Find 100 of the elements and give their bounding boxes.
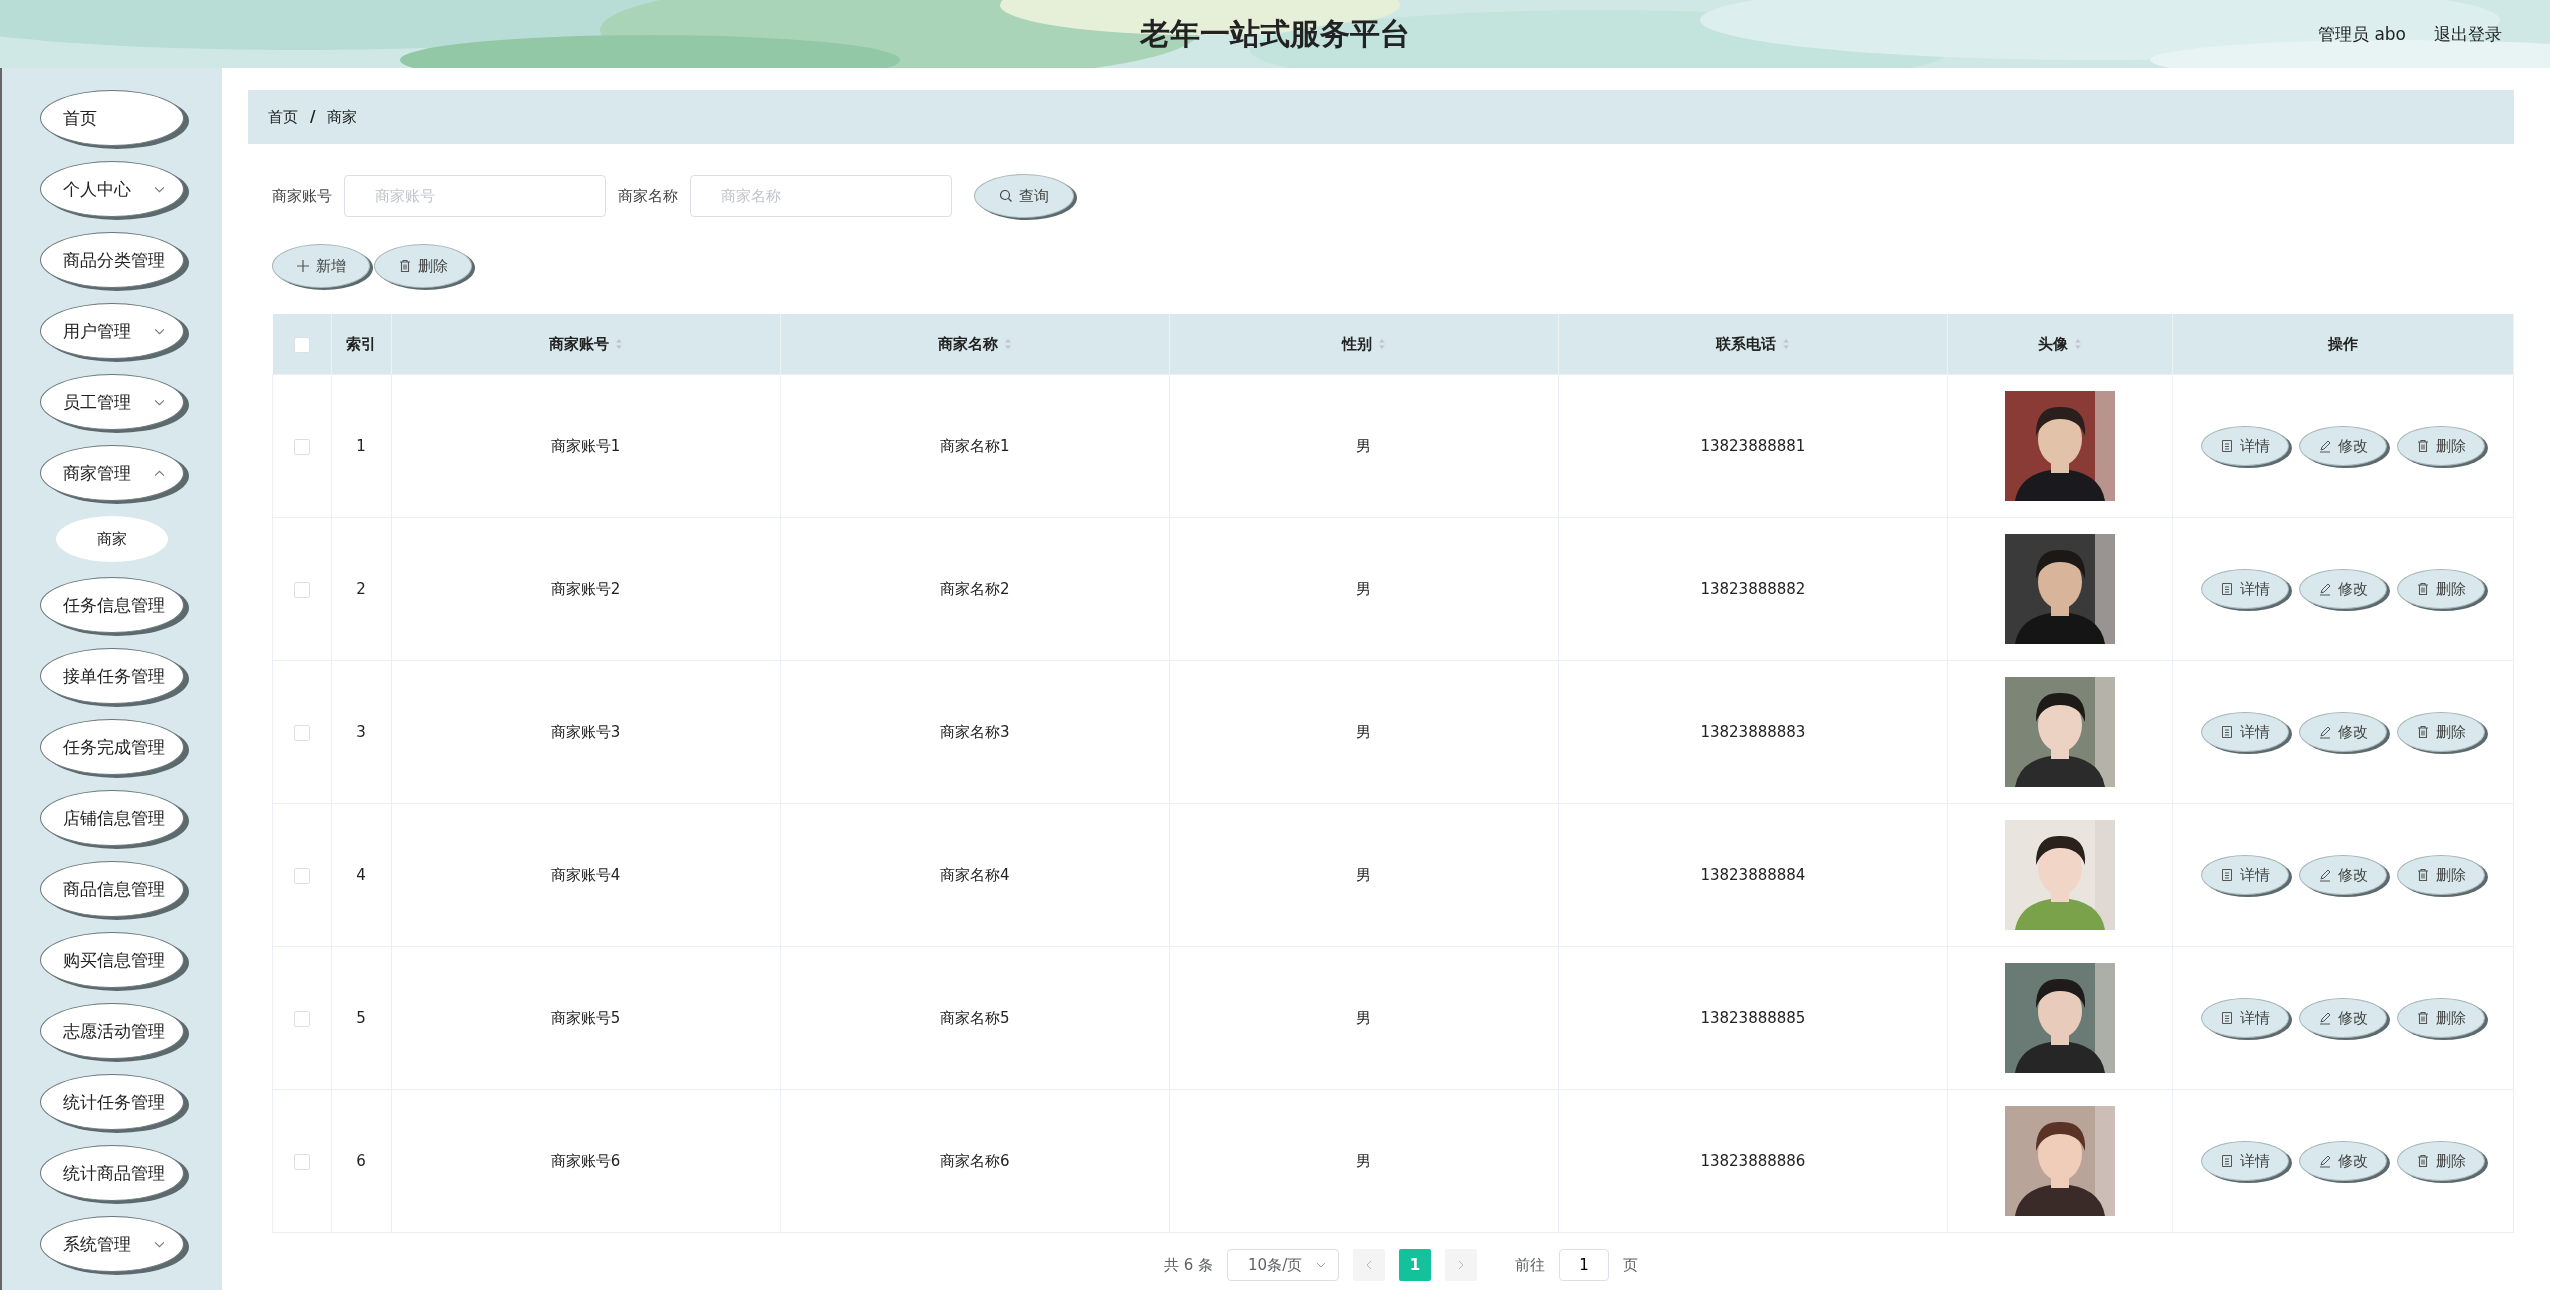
checkbox[interactable] [293,1010,310,1027]
checkbox[interactable] [293,581,310,598]
sort-icon [1781,338,1790,350]
input-field[interactable]: 商家账号 [344,175,606,217]
row-action-button[interactable]: 详情 [2201,855,2289,895]
row-action-button[interactable]: 删除 [2397,855,2485,895]
table-cell: 男 [1356,436,1372,455]
document-icon [2220,1154,2234,1168]
trash-icon [2416,582,2430,596]
trash-icon [2416,439,2430,453]
next-page-button[interactable] [1445,1249,1478,1281]
chevron-right-icon [1458,1260,1465,1270]
document-icon [2220,582,2234,596]
pencil-icon [2318,868,2332,882]
pencil-icon [2318,1011,2332,1025]
checkbox[interactable] [293,438,310,455]
row-action-button[interactable]: 修改 [2299,855,2387,895]
user-name: 管理员 abo [2318,22,2406,46]
column-header: 索引 [331,314,391,375]
goto-label: 前往 [1515,1255,1546,1275]
row-action-button[interactable]: 修改 [2299,426,2387,466]
row-action-button[interactable]: 修改 [2299,1141,2387,1181]
previous-page-button[interactable] [1353,1249,1386,1281]
trash-icon [2416,725,2430,739]
table-cell: 商家账号2 [550,579,621,598]
pencil-icon [2318,725,2332,739]
search-button[interactable]: 查询 [974,174,1074,218]
document-icon [2220,1011,2234,1025]
checkbox[interactable] [293,724,310,741]
chevron-icon [154,1240,165,1248]
row-action-button[interactable]: 详情 [2201,426,2289,466]
table-cell: 商家账号5 [550,1008,621,1027]
table-cell: 13823888883 [1700,723,1806,741]
row-action-button[interactable]: 详情 [2201,998,2289,1038]
row-action-button[interactable]: 删除 [2397,426,2485,466]
breadcrumb-link[interactable]: 商家 [327,107,358,127]
row-action-button[interactable]: 修改 [2299,712,2387,752]
row-action-button[interactable]: 删除 [2397,1141,2485,1181]
table-cell: 商家账号4 [550,865,621,884]
submenu-item[interactable]: 商家 [56,516,168,562]
trash-icon [2416,868,2430,882]
sort-icon [2074,338,2082,350]
table-cell: 男 [1356,1151,1372,1170]
page-suffix: 页 [1623,1255,1639,1275]
chevron-icon [1316,1262,1327,1268]
trash-icon [398,259,412,273]
chevron-icon [154,398,165,406]
checkbox[interactable] [293,1153,310,1170]
table-cell: 13823888882 [1700,580,1806,598]
row-action-button[interactable]: 详情 [2201,712,2289,752]
row-action-button[interactable]: 修改 [2299,569,2387,609]
table-cell: 商家名称6 [939,1151,1010,1170]
input-field[interactable]: 商家名称 [690,175,952,217]
sort-icon [1003,338,1012,350]
page-size-select[interactable]: 10条/页 [1227,1249,1340,1281]
column-header: 操作 [2172,314,2514,375]
chevron-icon [154,469,165,477]
plus-icon [296,259,310,273]
chevron-icon [154,185,165,193]
sort-icon [614,338,623,350]
breadcrumb-separator: / [310,108,316,126]
table-cell: 男 [1356,865,1372,884]
row-action-button[interactable]: 详情 [2201,569,2289,609]
sort-icon [1377,338,1386,350]
row-action-button[interactable]: 删除 [2397,712,2485,752]
document-icon [2220,725,2234,739]
app-title: 老年一站式服务平台 [1140,14,1410,53]
search-icon [999,189,1013,203]
field-label: 商家名称 [618,186,678,206]
table-cell: 1 [356,437,366,455]
breadcrumb-link[interactable]: 首页 [268,107,298,127]
total-count: 共 6 条 [1163,1255,1214,1275]
table-cell: 2 [356,580,366,598]
column-header: 商家账号 [391,314,781,375]
table-cell: 6 [356,1152,366,1170]
row-action-button[interactable]: 删除 [2397,569,2485,609]
logout-link[interactable]: 退出登录 [2434,22,2502,46]
table-cell: 商家名称4 [939,865,1010,884]
table-cell: 男 [1356,579,1372,598]
row-action-button[interactable]: 删除 [2397,998,2485,1038]
trash-icon [2416,1011,2430,1025]
row-action-button[interactable]: 详情 [2201,1141,2289,1181]
toolbar-button[interactable]: 新增 [272,244,370,288]
pencil-icon [2318,439,2332,453]
table-cell: 4 [356,866,366,884]
document-icon [2220,439,2234,453]
row-action-button[interactable]: 修改 [2299,998,2387,1038]
document-icon [2220,868,2234,882]
table-cell: 13823888881 [1700,437,1806,455]
pencil-icon [2318,582,2332,596]
table-cell: 男 [1356,722,1372,741]
table-cell: 商家名称1 [939,436,1010,455]
table-cell: 商家账号3 [550,722,621,741]
toolbar-button[interactable]: 删除 [374,244,472,288]
column-header: 商家名称 [780,314,1170,375]
checkbox[interactable] [293,336,310,353]
table-cell: 商家账号6 [550,1151,621,1170]
column-header: 性别 [1169,314,1559,375]
checkbox[interactable] [293,867,310,884]
page-input[interactable]: 1 [1559,1249,1610,1281]
